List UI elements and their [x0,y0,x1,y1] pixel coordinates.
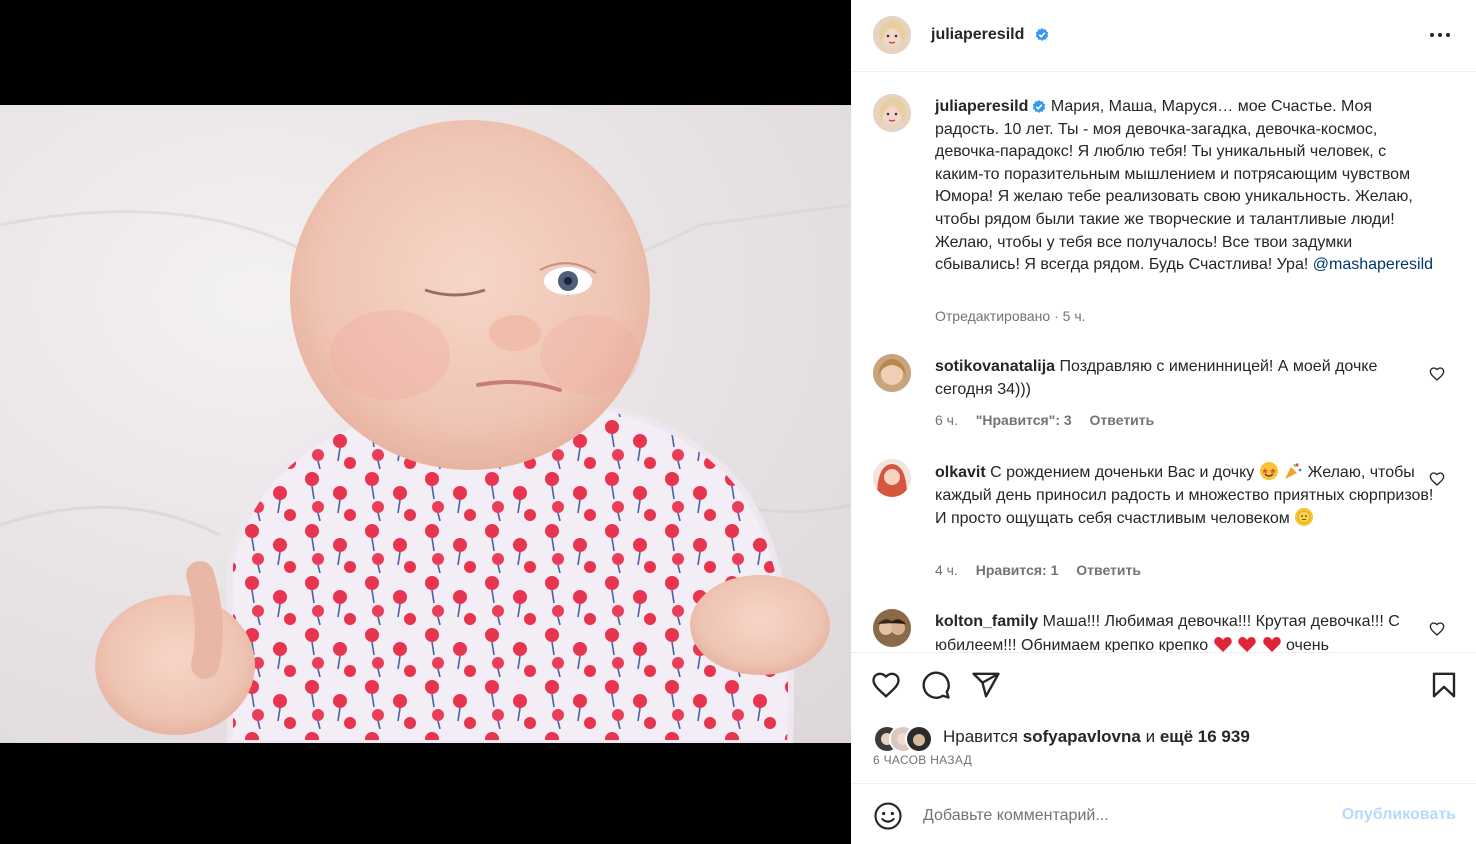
party-popper-emoji-icon [1285,463,1302,479]
bookmark-icon[interactable] [1429,670,1459,700]
likes-connector: и [1145,727,1156,746]
post-caption: juliaperesild Мария, Маша, Маруся… мое С… [873,94,1443,334]
comment-bubble-icon[interactable] [921,670,951,700]
commenter-avatar[interactable] [873,609,911,647]
edited-time[interactable]: 5 ч. [1063,308,1086,324]
publish-button[interactable]: Опубликовать [1342,806,1456,824]
red-heart-emoji-icon [1262,636,1281,652]
comment-username[interactable]: kolton_family [935,613,1038,630]
post-photo[interactable] [0,105,851,743]
comment-body-start: С рождением доченьки Вас и дочку [990,464,1255,481]
more-options-icon[interactable] [1428,25,1452,45]
caption-text: juliaperesild Мария, Маша, Маруся… мое С… [935,96,1435,277]
red-heart-emoji-icon [1238,636,1256,652]
reply-button[interactable]: Ответить [1076,562,1141,578]
post-time-ago[interactable]: 6 ЧАСОВ НАЗАД [873,753,972,767]
comment-like-heart-icon[interactable] [1429,471,1445,487]
comment-likes-count[interactable]: "Нравится": 3 [976,412,1072,428]
edited-separator: · [1050,308,1063,324]
liker-avatar [905,725,933,753]
comment-username[interactable]: olkavit [935,464,986,481]
comment-like-heart-icon[interactable] [1429,621,1445,637]
verified-badge-icon [1033,99,1046,113]
commenter-avatar[interactable] [873,354,911,392]
post-media [0,0,851,844]
caption-meta: Отредактировано · 5 ч. [935,308,1100,324]
post-header: juliaperesild [851,0,1476,72]
verified-badge-icon [1035,28,1049,41]
likes-text: Нравится sofyapavlovna и ещё 16 939 [943,727,1250,747]
caption-username[interactable]: juliaperesild [935,98,1028,115]
comment-likes-count[interactable]: Нравится: 1 [976,562,1059,578]
heart-icon[interactable] [871,670,901,700]
sun-with-face-emoji-icon [1295,508,1314,527]
likes-count[interactable]: ещё 16 939 [1160,727,1250,746]
author-username[interactable]: juliaperesild [931,26,1024,44]
comment-like-heart-icon[interactable] [1429,366,1445,382]
likes-prefix: Нравится [943,727,1019,746]
comment-meta: 4 ч. Нравится: 1 Ответить [935,562,1155,578]
post-actions: Нравится sofyapavlovna и ещё 16 939 6 ЧА… [851,653,1476,784]
comment-bar: Опубликовать [851,784,1476,844]
comment-item: sotikovanatalija Поздравляю с имениннице… [873,354,1445,444]
comment-meta: 6 ч. "Нравится": 3 Ответить [935,412,1168,428]
comments-scroll-area[interactable]: juliaperesild Мария, Маша, Маруся… мое С… [851,72,1476,653]
comment-text: sotikovanatalija Поздравляю с имениннице… [935,356,1435,401]
comment-text: olkavit С рождением доченьки Вас и дочку… [935,461,1435,531]
paper-plane-icon[interactable] [971,670,1001,700]
red-heart-emoji-icon [1213,636,1232,652]
caption-author-avatar[interactable] [873,94,911,132]
comment-text: kolton_family Маша!!! Любимая девочка!!!… [935,611,1435,653]
comment-input[interactable] [921,801,1325,831]
author-avatar[interactable] [873,16,911,54]
post-panel: juliaperesild juliaperesild Мария, Маша,… [851,0,1476,844]
liker-username[interactable]: sofyapavlovna [1023,727,1141,746]
emoji-smiley-icon[interactable] [873,801,903,831]
comment-time[interactable]: 6 ч. [935,412,958,428]
caption-body: Мария, Маша, Маруся… мое Счастье. Моя ра… [935,98,1413,274]
star-struck-emoji-icon [1259,462,1278,480]
commenter-avatar[interactable] [873,459,911,497]
comment-username[interactable]: sotikovanatalija [935,358,1055,375]
comment-item: kolton_family Маша!!! Любимая девочка!!!… [873,609,1445,653]
comment-body-end: очень [1285,636,1329,653]
reply-button[interactable]: Ответить [1090,412,1155,428]
comment-item: olkavit С рождением доченьки Вас и дочку… [873,459,1445,589]
caption-mention-link[interactable]: @mashaperesild [1313,256,1433,273]
edited-label: Отредактировано [935,308,1051,324]
comment-time[interactable]: 4 ч. [935,562,958,578]
